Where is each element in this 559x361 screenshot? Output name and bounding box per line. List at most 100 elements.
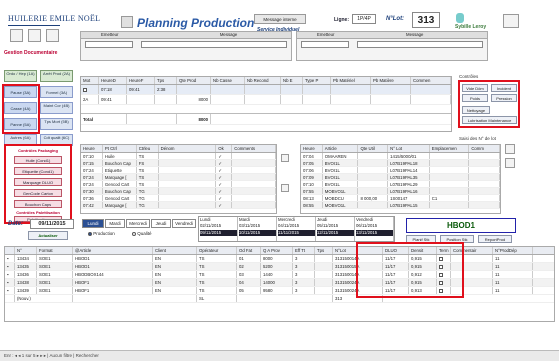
table-row[interactable]: 07:05 BVOI1L L07B19PAL18 (301, 160, 500, 167)
huile-button[interactable]: Huile (Cond1) (14, 156, 62, 164)
vide-dom-button[interactable]: Vide Dôm (462, 84, 488, 92)
col-comm[interactable]: Comm (469, 145, 500, 152)
actualiser-button[interactable]: Actualiser (28, 231, 68, 240)
col-denom[interactable]: Dénom (159, 145, 217, 152)
col-qte-prod[interactable]: Qte Prod (177, 77, 211, 84)
settings-icon[interactable] (503, 14, 519, 28)
bouchon-caps-button[interactable]: Bouchon Caps (14, 200, 62, 208)
row-selector[interactable]: ▪ (5, 287, 15, 294)
table-row[interactable]: ▪ 13435 SOE1 HBOD1 EN TS 02 5200 3 313150015A 11/1… (5, 263, 554, 271)
day-lundi[interactable]: Lundi (82, 219, 104, 228)
poids-button[interactable]: Poids (462, 94, 488, 102)
day-mercredi[interactable]: Mercredi (126, 219, 150, 228)
col-article[interactable]: Article (323, 145, 359, 152)
col-pt-ctrl[interactable]: Pt Ctrl (103, 145, 137, 152)
col-mot[interactable]: Mot (81, 77, 99, 84)
col-pb-matiere[interactable]: Pb Matière (371, 77, 411, 84)
edit-lot-icon[interactable] (505, 144, 515, 154)
calendar-day[interactable]: Mardi 03/11/2015 10/11/2015 (238, 217, 277, 241)
date-field[interactable]: 09/11/2015 (30, 219, 74, 229)
emetteur-select-right[interactable] (301, 41, 349, 48)
table-row[interactable]: 07:24 Marquage [TS ✓ (81, 174, 276, 181)
column-header[interactable]: Client (153, 247, 197, 254)
day-vendredi[interactable]: Vendredi (172, 219, 196, 228)
table-row[interactable]: 08:55 MOBVO1L L07B19PAL15 (301, 202, 500, 209)
nettoyage-button[interactable]: Nettoyage (462, 106, 490, 114)
production-radio[interactable]: Production (88, 231, 115, 236)
table-row[interactable]: 07:06 BVOI1L L07B19PAL14 (301, 167, 500, 174)
ordo-hep-button[interactable]: Ordo / Hep (1A) (4, 70, 37, 82)
emetteur-select[interactable] (85, 41, 133, 48)
production-radio-dot[interactable] (88, 231, 92, 236)
calendar-day[interactable]: Jeudi 05/11/2015 12/11/2015 (316, 217, 355, 241)
gencode-carton-button[interactable]: GenCode Carton (14, 189, 62, 197)
arrow-down-icon[interactable] (281, 184, 289, 192)
nlot-field[interactable]: 313 (412, 12, 440, 28)
incident-button[interactable]: Incident (491, 84, 517, 92)
row-selector[interactable]: ▪ (5, 279, 15, 286)
arrow-up-icon[interactable] (281, 154, 289, 162)
col-comments[interactable]: Comments (232, 145, 276, 152)
column-header[interactable]: Od Fat (237, 247, 261, 254)
table-row[interactable]: 07:18 09:41 2:38 (81, 85, 451, 95)
col-nlot[interactable]: N° Lot (388, 145, 430, 152)
tps-mort-button[interactable]: Tps Mort (5B) (40, 118, 73, 130)
etiquette-button[interactable]: Etiquette (Cond1) (14, 167, 62, 175)
table-row[interactable]: ▪ 13438 SOE1 HBOF1 EN TS 04 14000 3 313150024A 11/… (5, 279, 554, 287)
export-icon[interactable] (28, 29, 41, 42)
table-row[interactable]: 07:36 Gencod Cart TG ✓ (81, 195, 276, 202)
row-selector[interactable] (83, 87, 87, 92)
col-heure[interactable]: Heure (81, 145, 103, 152)
table-row[interactable]: 07:09 BVOI1L L07B19PAL35 (301, 174, 500, 181)
calendar-day[interactable]: Lundi 02/11/2015 09/11/2015 (199, 217, 238, 241)
column-header[interactable]: N°ProdDép (493, 247, 533, 254)
col-commen[interactable]: Commen (411, 77, 451, 84)
print-icon[interactable] (10, 29, 23, 42)
qualite-radio[interactable]: Qualité (132, 231, 152, 236)
table-row[interactable]: 07:30 Bouchon Cap TG ✓ (81, 188, 276, 195)
formel-button[interactable]: Formel (3A) (40, 86, 73, 98)
col-tps[interactable]: Tps (155, 77, 177, 84)
column-header[interactable]: Opérateur (197, 247, 237, 254)
table-row[interactable]: 07:24 Etiquette TS ✓ (81, 167, 276, 174)
reportprod-button[interactable]: ReportProd (478, 235, 512, 243)
delete-lot-icon[interactable] (505, 158, 515, 168)
message-input-right[interactable] (357, 41, 483, 48)
ligne-field[interactable]: 1P/4P (352, 14, 376, 24)
casse-button[interactable]: Casse (4A) (4, 102, 37, 114)
day-jeudi[interactable]: Jeudi (151, 219, 171, 228)
table-row[interactable]: 08:13 MOBDCU 8 000,00 1S00147 C1 (301, 195, 500, 202)
column-header[interactable]: Format (37, 247, 73, 254)
column-header[interactable]: Tps (315, 247, 333, 254)
calendar-day[interactable]: Vendredi 06/11/2015 13/11/2015 (355, 217, 394, 241)
col-type-p[interactable]: Type P (303, 77, 331, 84)
column-header[interactable]: Eff Tt (293, 247, 315, 254)
table-row[interactable]: 07:24 Gencod Cart TS ✓ (81, 181, 276, 188)
row-selector[interactable]: ▪ (5, 263, 15, 270)
col-ctrleu[interactable]: Ctrleu (137, 145, 159, 152)
col-qte-util[interactable]: Qte Util (358, 145, 389, 152)
col-ok[interactable]: Ok (216, 145, 233, 152)
table-row[interactable]: ▪ 13436 SOE1 HBODBOX144 EN TS 03 1440 3 313150014… (5, 271, 554, 279)
col-nb-e[interactable]: Nb E (281, 77, 303, 84)
col-nb-casse[interactable]: Nb Casse (211, 77, 245, 84)
col-pb-materiel[interactable]: Pb Matériel (331, 77, 371, 84)
col-emplacement[interactable]: Emplacemen (430, 145, 470, 152)
col-heured[interactable]: HeureD (99, 77, 127, 84)
table-row[interactable]: 07:10 Huile TS ✓ (81, 153, 276, 160)
table-row[interactable]: 2A 09:41 8000 (81, 95, 451, 105)
table-row[interactable]: ▪ 13434 SOE1 HBOD1 EN TS 01 8000 3 313150014A 11/1… (5, 255, 554, 263)
arret-prod-button[interactable]: Arrêt Prod (2A) (40, 70, 73, 82)
column-header[interactable]: @Article (73, 247, 153, 254)
row-selector[interactable]: ▪ (5, 255, 15, 262)
message-input[interactable] (141, 41, 287, 48)
panne-button[interactable]: Panne (5A) (4, 118, 37, 130)
qualite-radio-dot[interactable] (132, 231, 136, 236)
day-mardi[interactable]: Mardi (105, 219, 125, 228)
col-heure[interactable]: Heure (301, 145, 323, 152)
message-interne-button[interactable]: Message interne (254, 14, 306, 24)
pression-button[interactable]: Pression (491, 94, 517, 102)
help-icon[interactable] (46, 29, 59, 42)
lubrisation-maintenance-button[interactable]: Lubrisation Maintenance (462, 116, 517, 124)
column-header[interactable]: N° (15, 247, 37, 254)
